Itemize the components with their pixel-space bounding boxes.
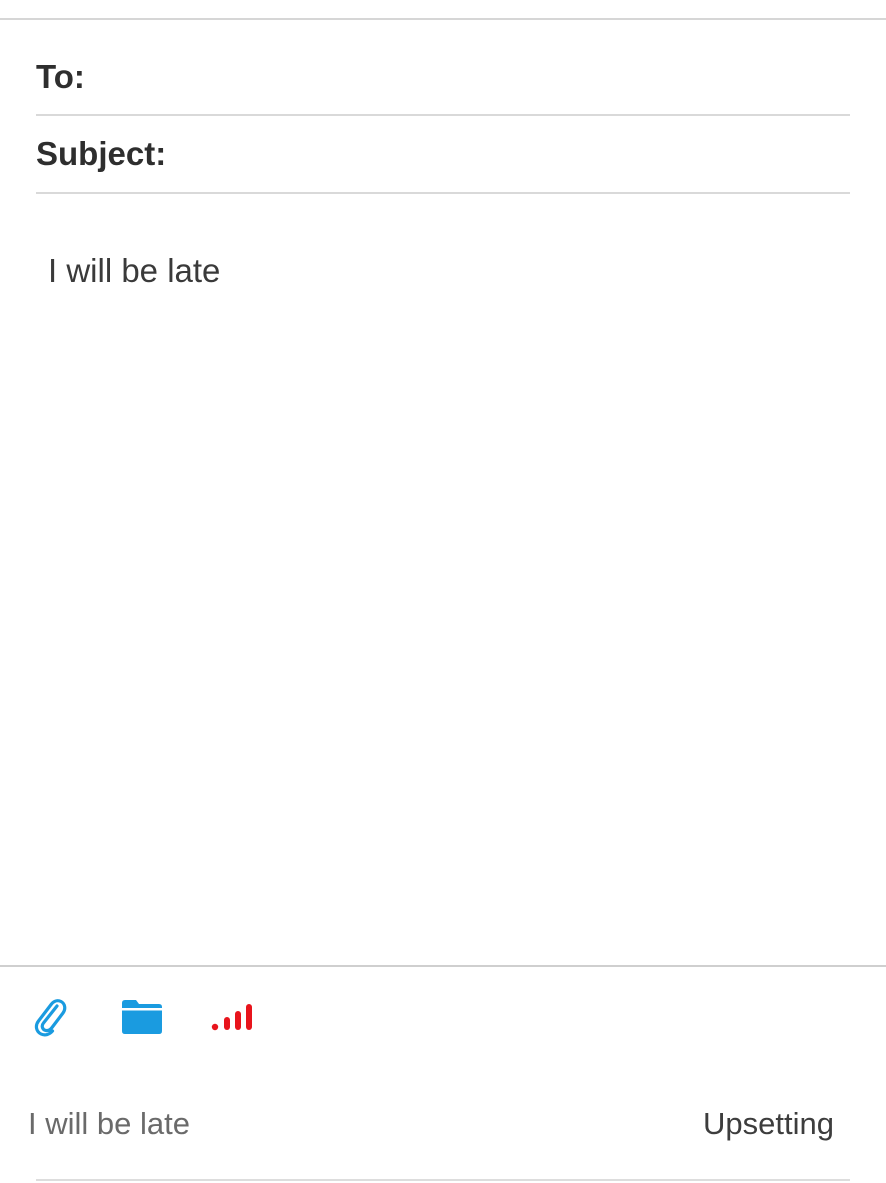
suggestion-divider [36, 1179, 850, 1181]
folder-button[interactable] [120, 995, 164, 1039]
to-label: To: [36, 58, 85, 95]
toolbar-divider [0, 965, 886, 967]
paperclip-icon [34, 999, 67, 1037]
suggestion-row[interactable]: I will be late Upsetting [28, 1092, 834, 1156]
subject-input[interactable] [178, 123, 850, 185]
subject-label: Subject: [36, 135, 167, 172]
attach-button[interactable] [30, 995, 70, 1039]
message-body[interactable]: I will be late [48, 252, 838, 290]
to-field-row[interactable]: To: [36, 40, 850, 116]
compose-toolbar [30, 993, 260, 1041]
signal-bars-icon [211, 1004, 252, 1031]
to-input[interactable] [96, 46, 850, 108]
top-divider [0, 18, 886, 20]
suggestion-text: I will be late [28, 1106, 190, 1141]
subject-field-row[interactable]: Subject: [36, 116, 850, 194]
folder-icon [122, 1000, 162, 1034]
tone-label: Upsetting [703, 1106, 834, 1141]
tone-meter-button[interactable] [210, 995, 260, 1039]
